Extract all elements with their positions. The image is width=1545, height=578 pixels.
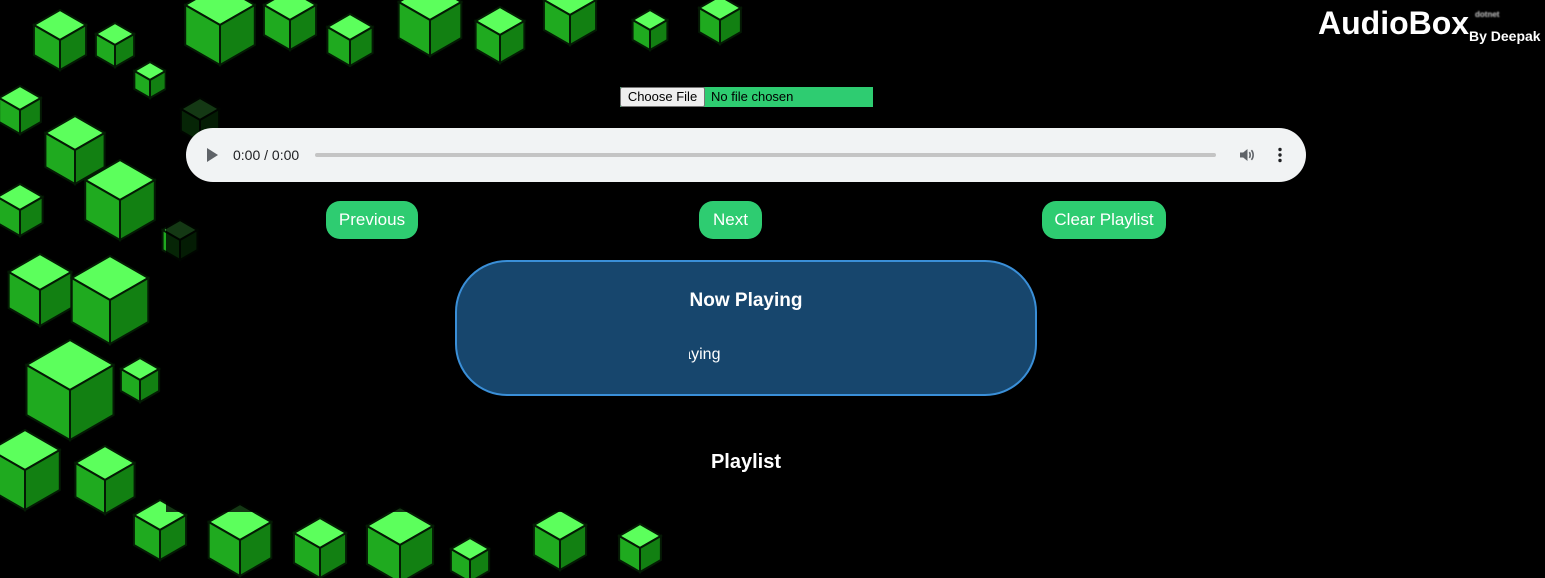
audio-time: 0:00 / 0:00 (233, 147, 300, 163)
now-playing-heading: Now Playing (689, 290, 803, 311)
cube-shape (0, 428, 62, 512)
author-byline: By Deepak (1469, 28, 1541, 44)
cube-shape (325, 12, 375, 68)
app-title: AudioBox (1318, 5, 1470, 41)
cube-shape (132, 60, 168, 100)
now-playing-track: Playing (689, 346, 721, 363)
cube-shape (261, 0, 319, 52)
cube-shape (396, 0, 464, 58)
cube-shape (6, 252, 74, 328)
cube-shape (0, 182, 45, 238)
cube-shape (73, 444, 137, 516)
cube-shape (69, 254, 151, 346)
brand-watermark: dotnet (1475, 10, 1500, 19)
clear-playlist-button[interactable]: Clear Playlist (1042, 201, 1166, 239)
choose-file-button[interactable]: Choose File (620, 87, 705, 107)
play-icon[interactable] (207, 148, 218, 162)
cube-shape (531, 508, 589, 572)
cube-shape (473, 5, 527, 65)
cube-shape (617, 522, 663, 574)
cube-shape (31, 8, 89, 72)
cube-shape (697, 0, 743, 46)
cube-shape (183, 0, 257, 67)
more-options-icon[interactable] (1271, 146, 1289, 164)
seek-bar[interactable] (315, 153, 1216, 157)
cube-shape (118, 356, 162, 404)
now-playing-card: Now Playing Playing (455, 260, 1037, 396)
file-status-text: No file chosen (711, 89, 794, 104)
playlist-heading: Playlist (710, 451, 782, 473)
cube-shape (541, 0, 599, 47)
cube-shape (630, 8, 670, 52)
cube-shape (364, 505, 436, 578)
cube-shape (0, 84, 43, 136)
cube-shape (448, 536, 492, 578)
next-button[interactable]: Next (699, 201, 762, 239)
now-playing-marquee: Playing (689, 346, 809, 370)
app-stage: AudioBox dotnet By Deepak Choose File No… (0, 0, 1545, 578)
previous-button[interactable]: Previous (326, 201, 418, 239)
cube-shape (291, 516, 349, 578)
cube-shape (24, 338, 116, 442)
cube-shape (93, 21, 137, 69)
cube-shape (206, 502, 274, 578)
file-input[interactable]: Choose File No file chosen (620, 87, 873, 107)
volume-icon[interactable] (1238, 146, 1256, 164)
